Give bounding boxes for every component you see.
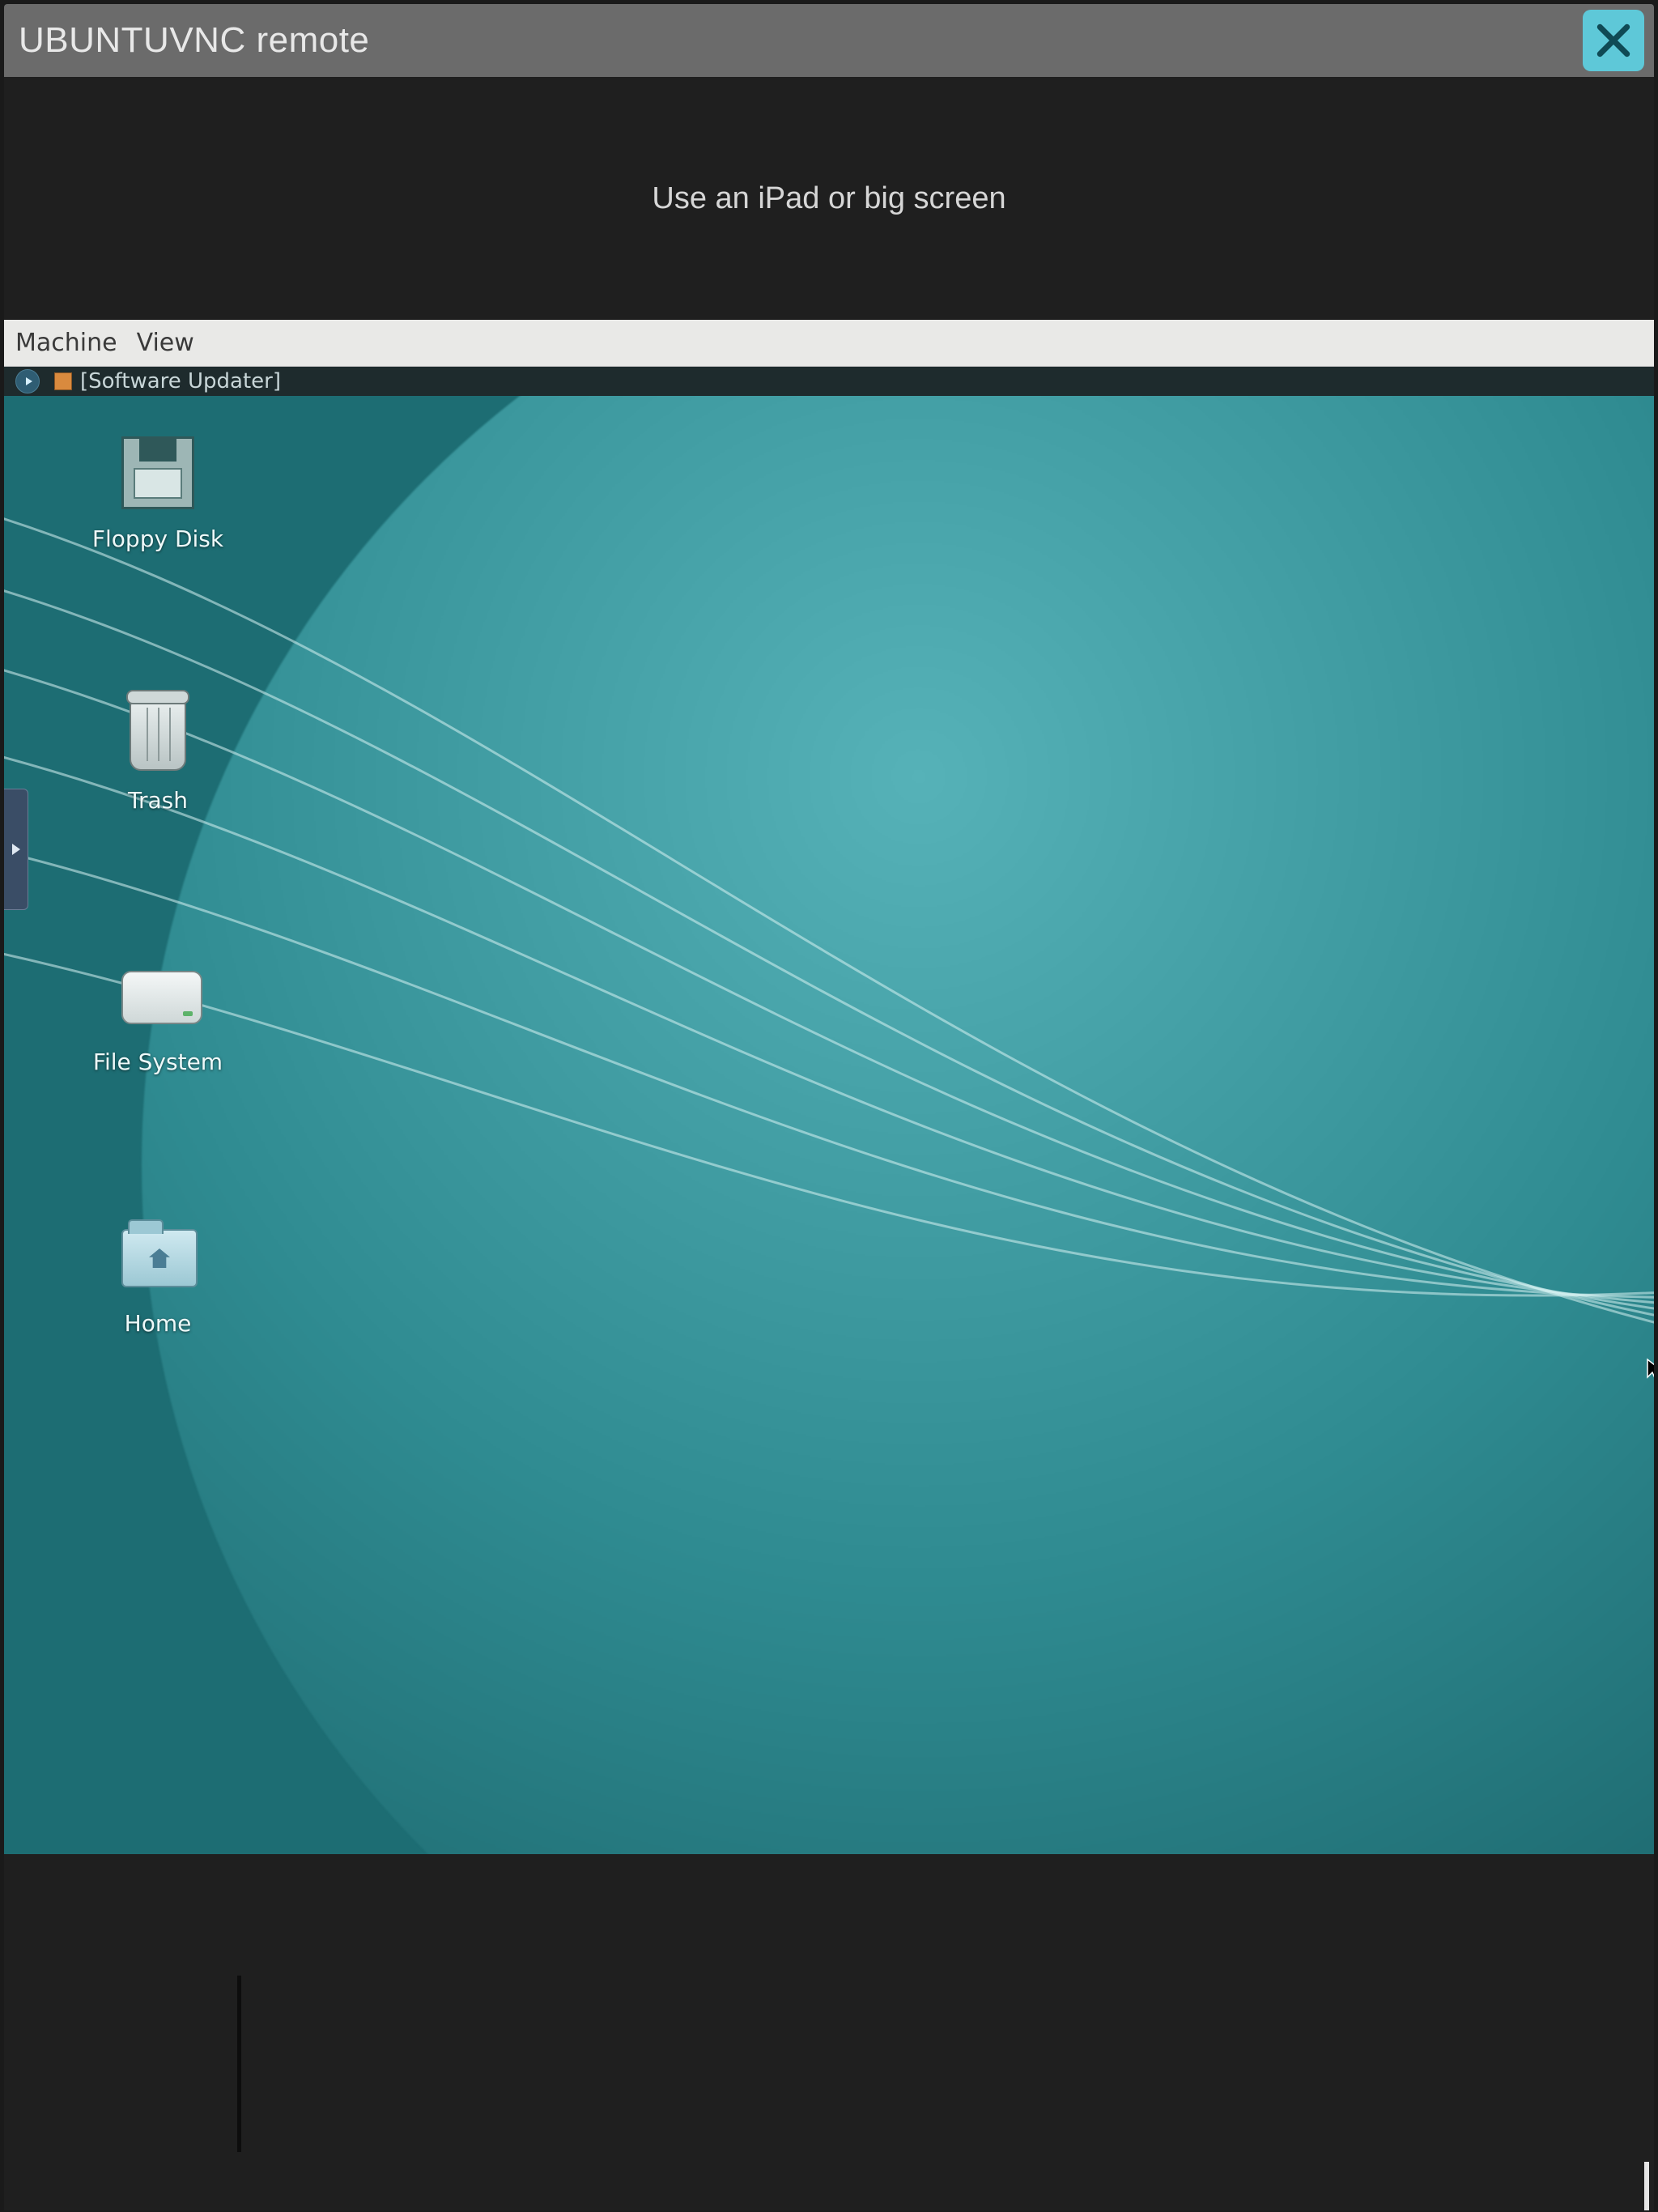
screenshot-caption: Use an iPad or big screen bbox=[652, 181, 1005, 216]
ubuntu-top-panel: [Software Updater] bbox=[4, 367, 1654, 396]
home-folder-icon bbox=[121, 1221, 194, 1294]
side-panel-handle[interactable] bbox=[4, 789, 28, 910]
floppy-disk-icon bbox=[121, 436, 194, 509]
divider bbox=[237, 1976, 241, 2152]
desktop-icon-label: Floppy Disk bbox=[92, 525, 223, 552]
drive-icon bbox=[121, 959, 194, 1032]
desktop-icon-label: Trash bbox=[128, 787, 188, 814]
desktop-icon-home[interactable]: Home bbox=[77, 1221, 239, 1337]
desktop-icons: Floppy Disk Trash File System Home bbox=[77, 436, 239, 1337]
divider bbox=[1644, 2162, 1649, 2210]
close-button[interactable] bbox=[1583, 10, 1644, 71]
trash-icon bbox=[121, 698, 194, 771]
wallpaper-sphere bbox=[142, 396, 1654, 1854]
overlay-title: UBUNTUVNC remote bbox=[19, 20, 369, 61]
menu-machine[interactable]: Machine bbox=[15, 329, 117, 357]
close-icon bbox=[1593, 20, 1634, 61]
screenshot-footer-area bbox=[4, 1854, 1654, 2210]
panel-task-software-updater[interactable]: [Software Updater] bbox=[54, 369, 281, 393]
ubuntu-desktop[interactable]: Floppy Disk Trash File System Home bbox=[4, 396, 1654, 1854]
screenshot-overlay-titlebar: UBUNTUVNC remote bbox=[4, 4, 1654, 77]
software-updater-icon bbox=[54, 372, 72, 390]
screenshot-caption-area: Use an iPad or big screen bbox=[4, 77, 1654, 320]
vm-host-menubar: Machine View bbox=[4, 320, 1654, 367]
panel-launcher-icon[interactable] bbox=[15, 369, 40, 393]
desktop-icon-label: File System bbox=[93, 1049, 223, 1075]
desktop-icon-label: Home bbox=[125, 1310, 192, 1337]
panel-task-label: [Software Updater] bbox=[80, 369, 281, 393]
desktop-icon-trash[interactable]: Trash bbox=[77, 698, 239, 814]
desktop-icon-file-system[interactable]: File System bbox=[77, 959, 239, 1075]
desktop-icon-floppy-disk[interactable]: Floppy Disk bbox=[77, 436, 239, 552]
menu-view[interactable]: View bbox=[137, 329, 194, 357]
vm-screenshot: Machine View [Software Updater] Floppy D… bbox=[4, 320, 1654, 1854]
